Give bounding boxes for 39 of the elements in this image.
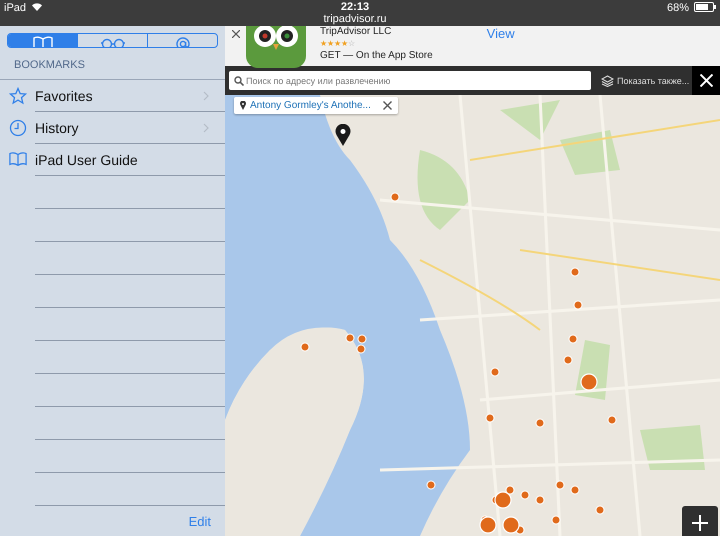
star-icon: ★ (327, 39, 334, 48)
chevron-icon (203, 122, 209, 132)
device-name: iPad (4, 2, 26, 14)
wifi-icon (31, 2, 44, 11)
selected-place-chip[interactable]: Antony Gormley's Anothe... (234, 97, 398, 114)
bookmark-label: Favorites (35, 88, 93, 104)
close-icon (232, 30, 240, 38)
store-text: GET — On the App Store (320, 50, 433, 62)
bookmarks-heading: BOOKMARKS (13, 58, 86, 73)
star-icon (9, 87, 27, 105)
star-icon: ☆ (348, 39, 355, 48)
book-icon (9, 151, 27, 167)
app-icon (246, 26, 306, 68)
location-pin-icon (240, 101, 246, 110)
close-icon[interactable] (382, 101, 392, 110)
search-icon (234, 76, 244, 86)
zoom-in-button[interactable] (682, 506, 718, 536)
place-name[interactable]: Antony Gormley's Anothe... (250, 100, 371, 111)
battery-icon (694, 2, 716, 12)
star-icon: ★ (320, 39, 327, 48)
clock-icon (9, 119, 27, 137)
star-icon: ★ (341, 39, 348, 48)
chevron-icon (203, 90, 209, 100)
map-marker-icon (335, 124, 351, 146)
clock-time: 22:13 (340, 1, 370, 13)
close-button[interactable] (692, 66, 720, 95)
search-field[interactable]: Поиск по адресу или развлечению (229, 71, 591, 90)
view-button[interactable]: View (486, 26, 515, 41)
close-icon (700, 74, 712, 87)
star-icon: ★ (334, 39, 341, 48)
bookmark-label: History (35, 120, 79, 136)
bookmark-label: iPad User Guide (35, 152, 138, 168)
layers-icon (601, 74, 614, 86)
book-icon (32, 36, 52, 47)
battery-percent: 68% (666, 2, 689, 14)
layers-button[interactable]: Показать также... (591, 74, 692, 86)
url-text[interactable]: tripadvisor.ru (324, 13, 386, 25)
app-developer: TripAdvisor LLC (320, 26, 392, 38)
plus-icon (692, 515, 708, 531)
